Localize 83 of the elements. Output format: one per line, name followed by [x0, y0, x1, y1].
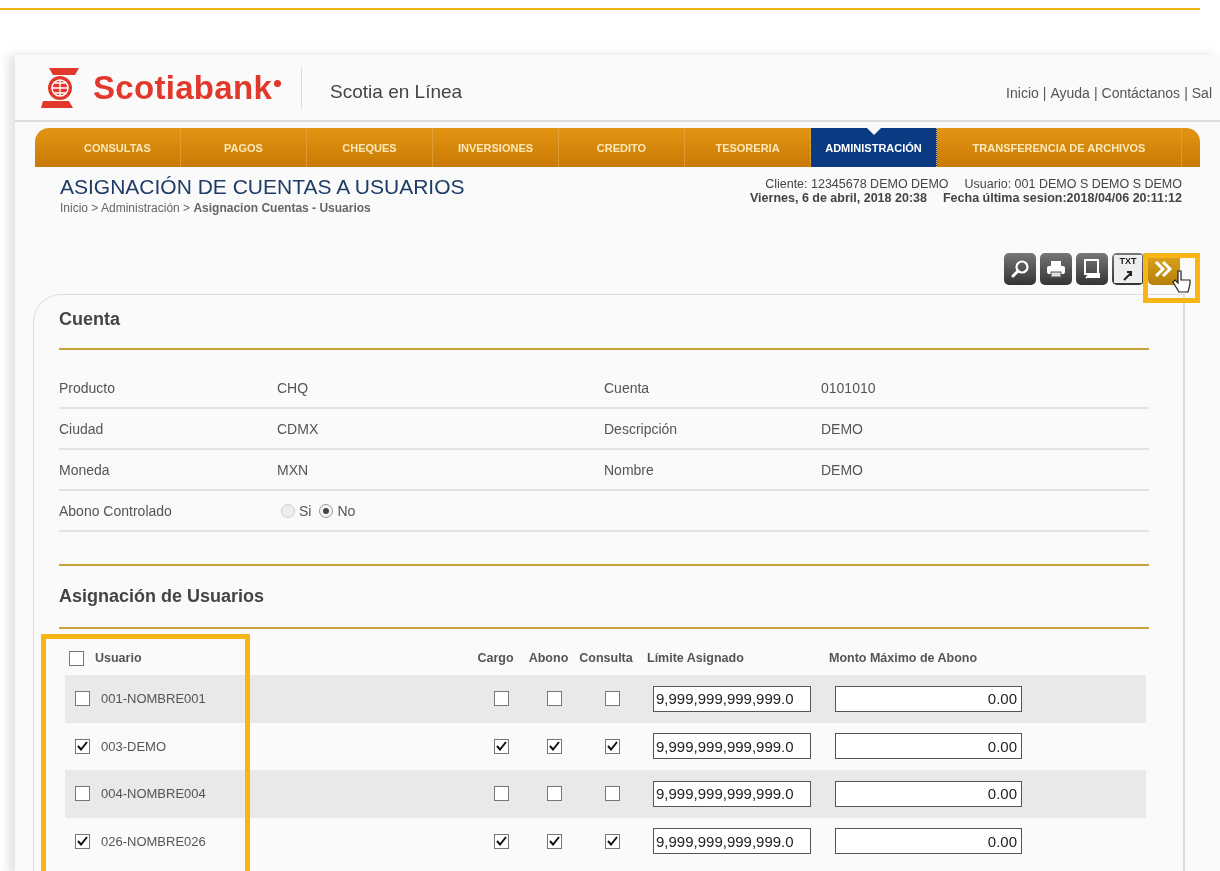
field-label: Cuenta: [604, 379, 651, 396]
field-label: Ciudad: [59, 420, 105, 437]
limit-input[interactable]: 9,999,999,999,999.0: [653, 685, 811, 712]
highlight-frame: [1143, 253, 1200, 303]
checkbox[interactable]: [604, 738, 620, 754]
last-session: Fecha última sesion:2018/04/06 20:11:12: [942, 191, 1182, 205]
field-label: Moneda: [59, 461, 111, 478]
column-header: Consulta: [579, 651, 633, 665]
print-button[interactable]: [1040, 253, 1072, 285]
field-label: Abono Controlado: [59, 502, 173, 519]
search-icon: [1010, 259, 1030, 279]
field-value: DEMO: [821, 420, 864, 437]
checkbox[interactable]: [494, 786, 509, 802]
top-link[interactable]: Ayuda: [1050, 84, 1090, 101]
field-label: Descripción: [604, 420, 679, 437]
breadcrumb: Inicio > Administración > Asignacion Cuentas - Usuarios: [60, 201, 372, 215]
link-separator: |: [1184, 84, 1188, 101]
link-separator: |: [1042, 84, 1047, 101]
field-value: MXN: [277, 461, 310, 478]
limit-input[interactable]: 9,999,999,999,999.0: [653, 780, 811, 807]
checkbox[interactable]: [547, 691, 562, 707]
client-info: Cliente: 12345678 DEMO DEMO: [765, 177, 949, 191]
current-date: Viernes, 6 de abril, 2018 20:38: [750, 191, 927, 205]
checkbox[interactable]: [604, 833, 620, 849]
checkbox[interactable]: [547, 786, 562, 802]
product-name: Scotia en Línea: [330, 80, 463, 103]
field-label: Producto: [59, 379, 117, 396]
checkbox[interactable]: [547, 738, 562, 754]
user-name: 003-DEMO: [101, 738, 167, 754]
user-name: 026-NOMBRE026: [101, 833, 206, 849]
double-chevron-icon: [1153, 260, 1175, 278]
top-link[interactable]: Inicio: [1006, 84, 1039, 101]
nav-tab[interactable]: ADMINISTRACIÓN: [811, 128, 937, 167]
field-value: CDMX: [277, 420, 320, 437]
txt-button[interactable]: TXT: [1112, 253, 1144, 285]
select-all-checkbox[interactable]: [69, 650, 84, 666]
checkbox[interactable]: [75, 786, 90, 802]
column-header: Abono: [528, 651, 569, 665]
checkbox[interactable]: [547, 833, 562, 849]
user-info: Usuario: 001 DEMO S DEMO S DEMO: [964, 177, 1182, 191]
checkbox[interactable]: [494, 691, 509, 707]
amount-input[interactable]: 0.00: [835, 828, 1022, 855]
brand-name: Scotiabank: [93, 68, 273, 107]
field-value: CHQ: [277, 379, 310, 396]
section-title: Cuenta: [59, 308, 121, 331]
checkbox[interactable]: [494, 738, 509, 754]
limit-input[interactable]: 9,999,999,999,999.0: [653, 733, 811, 760]
user-name: 001-NOMBRE001: [101, 691, 206, 707]
printer-icon: [1045, 259, 1067, 279]
top-link[interactable]: Sal: [1191, 84, 1212, 101]
checkbox[interactable]: [75, 833, 90, 849]
checkbox[interactable]: [604, 786, 620, 802]
arrow-icon: [1122, 269, 1134, 281]
page-title: ASIGNACIÓN DE CUENTAS A USUARIOS: [60, 175, 465, 199]
radio-label: No: [337, 502, 356, 519]
top-link[interactable]: Contáctanos: [1101, 84, 1181, 101]
field-label: Nombre: [604, 461, 655, 478]
limit-input[interactable]: 9,999,999,999,999.0: [653, 828, 811, 855]
amount-input[interactable]: 0.00: [835, 733, 1022, 760]
file-type-label: TXT: [1119, 256, 1137, 266]
user-name: 004-NOMBRE004: [101, 786, 206, 802]
column-header: Cargo: [477, 651, 514, 665]
field-value: DEMO: [821, 461, 864, 478]
column-header: Usuario: [95, 651, 142, 665]
search-button[interactable]: [1004, 253, 1036, 285]
radio-button[interactable]: [281, 503, 295, 518]
checkbox[interactable]: [494, 833, 509, 849]
radio-label: Si: [299, 502, 312, 519]
document-icon: [1082, 258, 1102, 280]
checkbox[interactable]: [604, 691, 620, 707]
checkbox[interactable]: [75, 691, 90, 707]
amount-input[interactable]: 0.00: [835, 780, 1022, 807]
registered-mark-icon: [274, 79, 282, 87]
checkbox[interactable]: [75, 738, 90, 754]
amount-input[interactable]: 0.00: [835, 685, 1022, 712]
section-title: Asignación de Usuarios: [59, 585, 266, 608]
hand-cursor-icon: [1172, 270, 1192, 294]
column-header: Monto Máximo de Abono: [829, 651, 978, 665]
document-button[interactable]: [1076, 253, 1108, 285]
field-value: 0101010: [821, 379, 877, 396]
radio-button[interactable]: [319, 503, 334, 518]
link-separator: |: [1093, 84, 1098, 101]
column-header: Límite Asignado: [647, 651, 744, 665]
